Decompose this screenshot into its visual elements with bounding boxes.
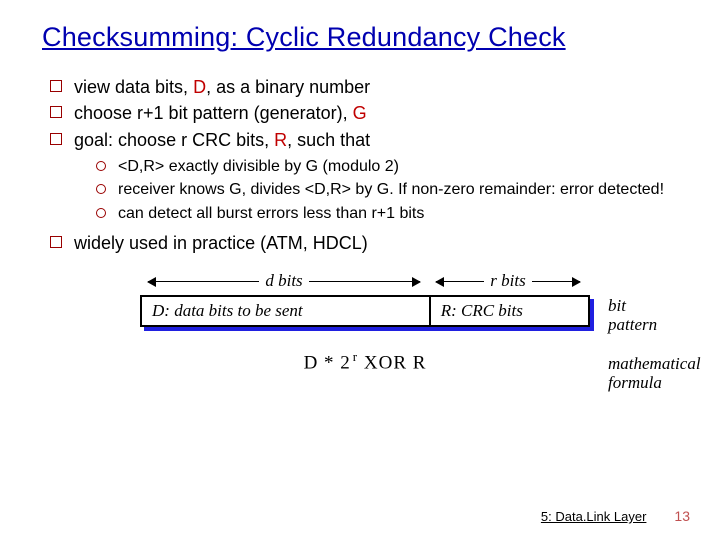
text: view data bits, bbox=[74, 77, 193, 97]
d-bits-arrow: d bits bbox=[140, 271, 428, 291]
sub-bullet-list: <D,R> exactly divisible by G (modulo 2) … bbox=[74, 156, 680, 225]
bullet-item: choose r+1 bit pattern (generator), G bbox=[50, 101, 680, 125]
page-number: 13 bbox=[674, 508, 690, 524]
crc-diagram: d bits r bits D: data bits to be sent R:… bbox=[140, 267, 590, 374]
slide-footer: 5: Data.Link Layer 13 bbox=[541, 508, 690, 524]
sub-bullet-item: receiver knows G, divides <D,R> by G. If… bbox=[96, 179, 680, 201]
bullet-item: widely used in practice (ATM, HDCL) bbox=[50, 231, 680, 255]
bullet-item: goal: choose r CRC bits, R, such that <D… bbox=[50, 128, 680, 225]
data-bits-cell: D: data bits to be sent bbox=[142, 297, 429, 325]
variable-r: R bbox=[274, 130, 287, 150]
arrow-row: d bits r bits bbox=[140, 267, 590, 295]
sub-bullet-item: <D,R> exactly divisible by G (modulo 2) bbox=[96, 156, 680, 178]
text: , such that bbox=[287, 130, 370, 150]
bullet-item: view data bits, D, as a binary number bbox=[50, 75, 680, 99]
bit-pattern-label: bit pattern bbox=[608, 297, 657, 334]
formula: D * 2r XOR R bbox=[140, 349, 590, 374]
r-bits-label: r bits bbox=[484, 271, 531, 291]
d-bits-label: d bits bbox=[259, 271, 308, 291]
r-bits-arrow: r bits bbox=[428, 271, 588, 291]
chapter-label: 5: Data.Link Layer bbox=[541, 509, 647, 524]
text: choose r+1 bit pattern (generator), bbox=[74, 103, 353, 123]
bullet-list: view data bits, D, as a binary number ch… bbox=[50, 75, 680, 255]
text: goal: choose r CRC bits, bbox=[74, 130, 274, 150]
variable-g: G bbox=[353, 103, 367, 123]
crc-bits-cell: R: CRC bits bbox=[429, 297, 588, 325]
slide-title: Checksumming: Cyclic Redundancy Check bbox=[0, 0, 720, 53]
formula-label: mathematical formula bbox=[608, 355, 701, 392]
sub-bullet-item: can detect all burst errors less than r+… bbox=[96, 203, 680, 225]
slide-body: view data bits, D, as a binary number ch… bbox=[0, 53, 720, 374]
variable-d: D bbox=[193, 77, 206, 97]
formula-base: D * 2 bbox=[304, 352, 351, 373]
bit-pattern-box: D: data bits to be sent R: CRC bits bbox=[140, 295, 590, 327]
text: , as a binary number bbox=[206, 77, 370, 97]
formula-rest: XOR R bbox=[358, 352, 426, 373]
